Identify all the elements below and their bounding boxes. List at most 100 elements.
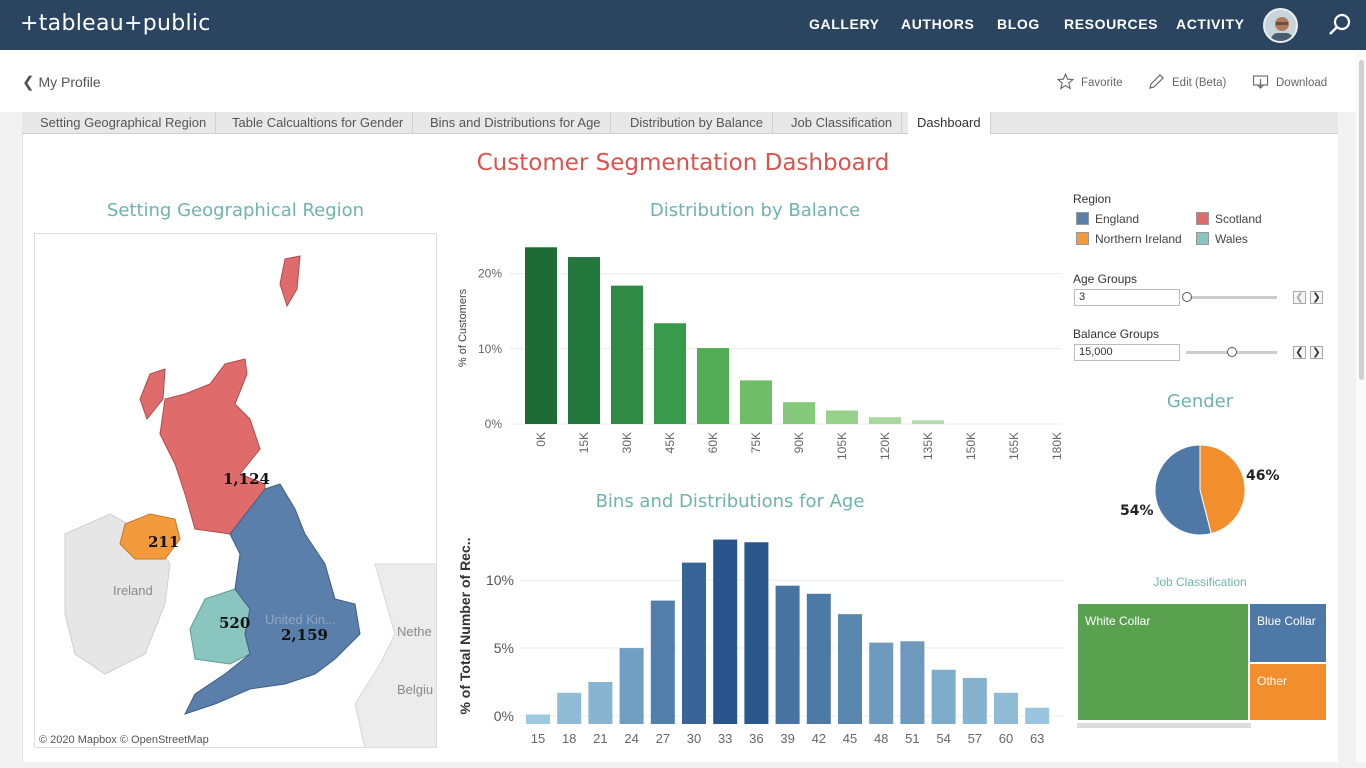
job-classification-title: Job Classification — [1153, 575, 1247, 589]
age-x-tick: 21 — [593, 731, 607, 746]
age-bar[interactable] — [806, 593, 831, 724]
age-bar[interactable] — [962, 677, 987, 724]
balance-bar[interactable] — [826, 410, 858, 424]
region-map[interactable]: 1,124 211 520 2,159 Ireland United Kin..… — [34, 233, 437, 748]
page-scrollbar-thumb[interactable] — [1359, 60, 1364, 380]
legend-label: Wales — [1215, 232, 1248, 246]
age-bar[interactable] — [869, 642, 894, 724]
treemap-blue-collar[interactable]: Blue Collar — [1249, 603, 1327, 663]
nav-blog[interactable]: BLOG — [997, 16, 1040, 32]
age-bar[interactable] — [526, 714, 550, 724]
tab-dashboard[interactable]: Dashboard — [908, 112, 991, 134]
gender-pie-chart[interactable]: 54% 46% — [1110, 435, 1300, 545]
age-groups-input[interactable]: 3 — [1074, 289, 1180, 306]
nav-resources[interactable]: RESOURCES — [1064, 16, 1158, 32]
legend-swatch — [1196, 212, 1209, 225]
balance-bar[interactable] — [697, 348, 729, 424]
age-bar[interactable] — [619, 648, 644, 724]
search-icon[interactable] — [1327, 12, 1353, 38]
legend-label: Scotland — [1215, 212, 1262, 226]
tableau-public-logo[interactable]: +tableau+public — [20, 11, 211, 36]
legend-swatch — [1076, 212, 1089, 225]
balance-bar[interactable] — [912, 420, 944, 424]
age-groups-next-button[interactable]: ❯ — [1310, 291, 1323, 304]
tab-bins-distributions-age[interactable]: Bins and Distributions for Age — [421, 112, 611, 134]
nav-gallery[interactable]: GALLERY — [809, 16, 880, 32]
age-bar[interactable] — [588, 681, 613, 724]
age-x-tick: 39 — [780, 731, 794, 746]
balance-bar[interactable] — [525, 247, 557, 424]
balance-groups-slider-handle[interactable] — [1227, 347, 1237, 357]
age-bar-chart[interactable]: 0% 5% 10% % of Total Number of Rec.. 15 18 21 2… — [450, 518, 1070, 754]
age-bar[interactable] — [931, 669, 956, 724]
age-x-tick: 33 — [718, 731, 732, 746]
region-scotland-hebrides[interactable] — [139, 368, 166, 421]
treemap-other[interactable]: Other — [1249, 663, 1327, 721]
age-groups-prev-button[interactable]: ❮ — [1293, 291, 1306, 304]
treemap-scrollbar[interactable] — [1077, 723, 1251, 728]
age-bar[interactable] — [682, 562, 706, 724]
tab-job-classification[interactable]: Job Classification — [782, 112, 903, 134]
map-attribution[interactable]: © 2020 Mapbox © OpenStreetMap — [39, 734, 209, 746]
balance-bar[interactable] — [568, 257, 600, 424]
tab-distribution-by-balance[interactable]: Distribution by Balance — [621, 112, 773, 134]
gender-label-54: 54% — [1120, 503, 1154, 519]
balance-x-tick: 180K — [1050, 432, 1064, 460]
age-x-tick: 30 — [687, 731, 701, 746]
balance-groups-prev-button[interactable]: ❮ — [1293, 346, 1306, 359]
legend-label: Northern Ireland — [1095, 232, 1182, 246]
england-value-label: 2,159 — [281, 626, 328, 644]
back-to-profile-link[interactable]: ❮ My Profile — [22, 73, 101, 91]
age-bar[interactable] — [900, 641, 925, 724]
balance-bar[interactable] — [783, 402, 815, 424]
age-groups-slider-track[interactable] — [1186, 296, 1277, 299]
age-bar[interactable] — [713, 539, 738, 724]
region-scotland[interactable] — [159, 358, 266, 535]
age-groups-slider-handle[interactable] — [1182, 292, 1192, 302]
download-button[interactable]: Download — [1252, 73, 1327, 90]
balance-x-tick: 75K — [749, 432, 763, 453]
favorite-button[interactable]: Favorite — [1056, 72, 1123, 90]
age-y-tick: 5% — [494, 640, 514, 656]
nav-authors[interactable]: AUTHORS — [901, 16, 974, 32]
edit-beta-button[interactable]: Edit (Beta) — [1148, 73, 1226, 90]
treemap-white-collar[interactable]: White Collar — [1077, 603, 1249, 721]
age-bar[interactable] — [775, 585, 800, 724]
tab-setting-geographical-region[interactable]: Setting Geographical Region — [31, 112, 217, 134]
age-x-tick: 42 — [812, 731, 826, 746]
tab-table-calculations-gender[interactable]: Table Calcualtions for Gender — [223, 112, 414, 134]
age-bar[interactable] — [838, 614, 862, 724]
age-x-tick: 24 — [624, 731, 638, 746]
balance-bar[interactable] — [611, 285, 643, 424]
balance-y-tick: 20% — [478, 267, 502, 281]
region-legend-title: Region — [1073, 192, 1112, 206]
balance-bar[interactable] — [654, 323, 686, 424]
nav-activity[interactable]: ACTIVITY — [1176, 16, 1245, 32]
user-avatar[interactable] — [1263, 8, 1298, 43]
legend-england[interactable]: England — [1076, 212, 1139, 226]
age-y-axis-label: % of Total Number of Rec.. — [457, 537, 473, 714]
balance-bar-chart[interactable]: 0% 10% 20% % of Customers 0K 15K 30K 45K 60K 75K 9… — [450, 228, 1070, 468]
region-scotland-islands[interactable] — [279, 255, 301, 308]
age-bar[interactable] — [1025, 707, 1050, 724]
age-bar[interactable] — [744, 542, 769, 724]
balance-bar[interactable] — [740, 380, 772, 424]
gender-title: Gender — [1166, 391, 1234, 412]
age-bar[interactable] — [650, 600, 675, 724]
balance-groups-input[interactable]: 15,000 — [1074, 344, 1180, 361]
legend-wales[interactable]: Wales — [1196, 232, 1248, 246]
age-bar[interactable] — [557, 692, 582, 724]
age-y-tick: 0% — [494, 708, 514, 724]
balance-x-tick: 30K — [620, 432, 634, 453]
age-chart-title: Bins and Distributions for Age — [595, 491, 865, 512]
age-x-tick: 45 — [843, 731, 857, 746]
balance-chart-title: Distribution by Balance — [649, 200, 861, 221]
chevron-left-icon: ❮ — [22, 74, 35, 91]
gender-label-46: 46% — [1246, 468, 1280, 484]
balance-groups-next-button[interactable]: ❯ — [1310, 346, 1323, 359]
balance-bar[interactable] — [869, 417, 901, 424]
legend-northern-ireland[interactable]: Northern Ireland — [1076, 232, 1182, 246]
legend-scotland[interactable]: Scotland — [1196, 212, 1262, 226]
balance-groups-label: Balance Groups — [1073, 327, 1160, 341]
age-bar[interactable] — [994, 692, 1018, 724]
